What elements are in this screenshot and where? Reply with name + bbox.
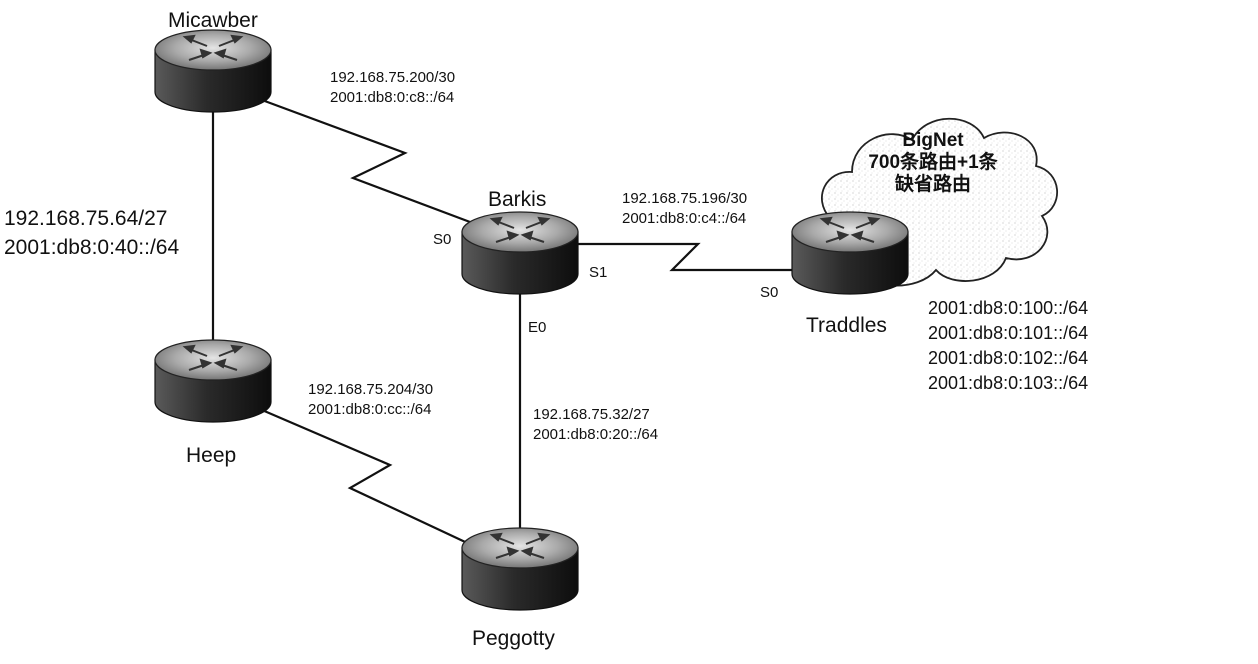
link-heep-peggotty-addresses: 192.168.75.204/30 2001:db8:0:cc::/64 xyxy=(308,380,433,420)
link-barkis-peggotty-addresses: 192.168.75.32/27 2001:db8:0:20::/64 xyxy=(533,405,658,445)
link-barkis-traddles-addresses: 192.168.75.196/30 2001:db8:0:c4::/64 xyxy=(622,189,747,229)
link-micawber-heep-ipv4: 192.168.75.64/27 xyxy=(4,207,168,230)
interface-barkis-e0: E0 xyxy=(528,319,547,336)
router-barkis-label: Barkis xyxy=(488,188,547,211)
traddles-prefix-list: 2001:db8:0:100::/64 2001:db8:0:101::/64 … xyxy=(928,296,1088,396)
router-barkis-icon xyxy=(461,211,579,295)
router-micawber-label: Micawber xyxy=(168,9,258,32)
interface-traddles-s0: S0 xyxy=(760,284,779,301)
link-heep-peggotty-ipv6: 2001:db8:0:cc::/64 xyxy=(308,401,432,418)
link-micawber-barkis-ipv4: 192.168.75.200/30 xyxy=(330,69,456,86)
link-barkis-peggotty-ipv4: 192.168.75.32/27 xyxy=(533,406,650,423)
router-heep-label: Heep xyxy=(186,444,237,467)
bignet-cloud-name: BigNet xyxy=(902,130,964,151)
link-barkis-traddles-ipv4: 192.168.75.196/30 xyxy=(622,190,748,207)
router-traddles-icon xyxy=(791,211,909,295)
router-traddles-label: Traddles xyxy=(806,314,887,337)
link-barkis-traddles-ipv6: 2001:db8:0:c4::/64 xyxy=(622,210,747,227)
router-micawber-icon xyxy=(154,29,272,113)
link-heep-peggotty xyxy=(261,408,479,549)
interface-barkis-s1: S1 xyxy=(589,264,608,281)
link-micawber-barkis xyxy=(261,98,487,230)
router-peggotty-icon xyxy=(461,527,579,611)
traddles-prefix: 2001:db8:0:102::/64 xyxy=(928,348,1089,368)
link-micawber-heep-addresses: 192.168.75.64/27 2001:db8:0:40::/64 xyxy=(4,204,179,262)
link-micawber-barkis-addresses: 192.168.75.200/30 2001:db8:0:c8::/64 xyxy=(330,68,455,108)
traddles-prefix: 2001:db8:0:100::/64 xyxy=(928,298,1089,318)
link-micawber-heep-ipv6: 2001:db8:0:40::/64 xyxy=(4,236,180,259)
bignet-cloud-routes: 700条路由+1条 xyxy=(868,152,998,173)
router-heep-icon xyxy=(154,339,272,423)
traddles-prefix: 2001:db8:0:103::/64 xyxy=(928,373,1089,393)
traddles-prefix: 2001:db8:0:101::/64 xyxy=(928,323,1089,343)
link-micawber-barkis-ipv6: 2001:db8:0:c8::/64 xyxy=(330,89,455,106)
bignet-cloud-default: 缺省路由 xyxy=(894,174,971,195)
bignet-cloud-label: BigNet 700条路由+1条 缺省路由 xyxy=(838,130,1028,196)
router-peggotty-label: Peggotty xyxy=(472,627,555,650)
interface-barkis-s0: S0 xyxy=(433,231,452,248)
link-heep-peggotty-ipv4: 192.168.75.204/30 xyxy=(308,381,434,398)
link-barkis-peggotty-ipv6: 2001:db8:0:20::/64 xyxy=(533,426,659,443)
link-barkis-traddles xyxy=(575,242,800,272)
